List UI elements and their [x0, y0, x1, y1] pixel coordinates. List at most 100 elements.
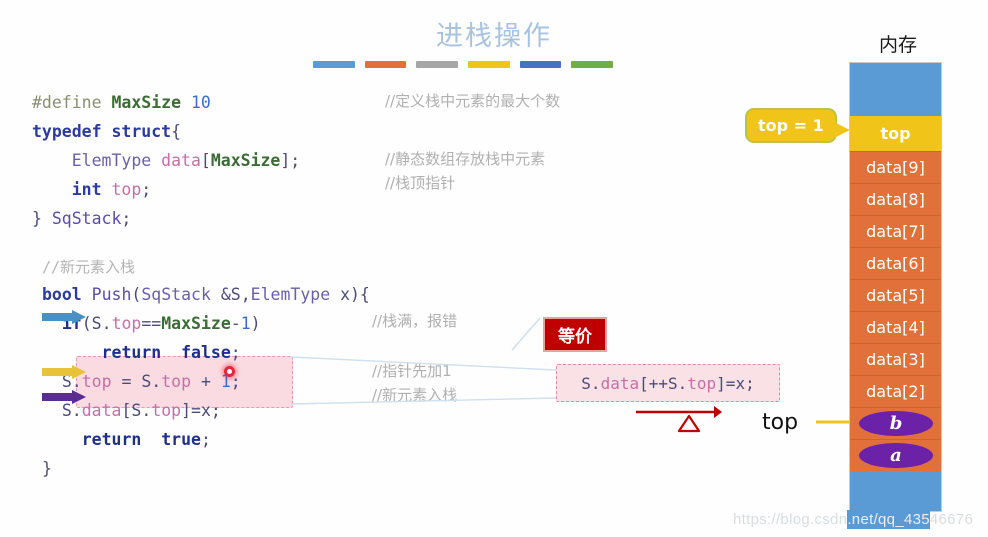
code-token: bool [42, 285, 92, 304]
memory-column: top data[9] data[8] data[7] data[6] data[5] da… [849, 62, 942, 512]
code-line: bool Push(SqStack &S,ElemType x){ [42, 280, 370, 309]
code-token: ; [141, 180, 152, 199]
code-token: top [111, 180, 142, 199]
code-token: ; [200, 430, 211, 449]
comment-struct-1: //静态数组存放栈中元素 [385, 150, 546, 168]
accent-bar-group [313, 61, 614, 68]
comment-push-intro: //新元素入栈 [42, 258, 136, 276]
expression-token: [++S. [639, 373, 688, 393]
top-value-callout: top = 1 [745, 108, 837, 143]
code-line: typedef struct{ [32, 117, 300, 146]
memory-cell-element: a [850, 439, 941, 471]
code-token: ]=x; [181, 401, 221, 420]
code-token: data [161, 151, 201, 170]
memory-cell [850, 63, 941, 116]
stack-element-b: b [859, 411, 933, 436]
code-line: int top; [32, 175, 300, 204]
code-line: #define MaxSize 10 [32, 88, 300, 117]
code-token: + [191, 372, 221, 391]
code-token: ){ [350, 285, 370, 304]
accent-bar-1 [364, 61, 407, 68]
code-line: } SqStack; [32, 204, 300, 233]
code-token: x [340, 285, 350, 304]
code-token: top [161, 372, 192, 391]
code-token: == [141, 314, 162, 333]
accent-bar-0 [313, 61, 355, 68]
arrow-head [72, 365, 86, 379]
expression-token: data [600, 373, 640, 393]
comment-push-0: //栈满，报错 [372, 312, 458, 330]
arrow-top-increment [42, 365, 88, 379]
code-token: [S. [121, 401, 152, 420]
red-triangle-marker [677, 414, 701, 433]
code-line: S.top = S.top + 1; [42, 367, 370, 396]
code-token: [ [200, 151, 211, 170]
memory-cell [850, 471, 941, 511]
code-token: SqStack [51, 209, 122, 228]
code-token: ) [250, 314, 261, 333]
code-token: Push [91, 285, 132, 304]
arrow-head [72, 390, 86, 404]
code-token: true [161, 430, 201, 449]
memory-cell: top [850, 116, 941, 151]
memory-cell: data[7] [850, 215, 941, 247]
code-line: } [42, 454, 370, 483]
code-token: ElemType [250, 285, 341, 304]
equivalence-badge: 等价 [543, 317, 607, 352]
watermark-highlight: .net/qq_435 [847, 510, 930, 529]
code-token: #define [32, 93, 112, 112]
expression-token: ]=x; [716, 373, 755, 393]
code-block-push: bool Push(SqStack &S,ElemType x){ if(S.t… [42, 280, 370, 483]
code-token: SqStack [141, 285, 221, 304]
code-token: 1 [240, 314, 251, 333]
mouse-cursor-indicator [224, 366, 235, 377]
code-token: = S. [111, 372, 162, 391]
code-token: } [32, 209, 52, 228]
code-line: S.data[S.top]=x; [42, 396, 370, 425]
top-pointer-label: top [762, 410, 799, 435]
accent-bar-3 [468, 61, 510, 68]
accent-bar-5 [571, 61, 614, 68]
arrow-data-assign [42, 390, 88, 404]
memory-cell: data[6] [850, 247, 941, 279]
memory-diagram-title: 内存 [878, 34, 917, 56]
watermark: https://blog.csdn.net/qq_43546676 [733, 510, 974, 529]
code-token: ; [230, 343, 241, 362]
code-token: MaxSize [210, 151, 281, 170]
code-token: { [171, 122, 182, 141]
comment-struct-2: //栈顶指针 [385, 174, 456, 192]
code-token: top [151, 401, 182, 420]
code-token: ElemType [32, 151, 162, 170]
code-token: ( [131, 285, 142, 304]
arrow-if-line [42, 310, 88, 324]
code-token: 10 [190, 93, 211, 112]
code-line: return true; [42, 425, 370, 454]
comment-struct-0: //定义栈中元素的最大个数 [385, 92, 561, 110]
code-token: return [42, 343, 182, 362]
code-token: - [230, 314, 241, 333]
memory-cell-element: b [850, 407, 941, 439]
memory-cell: data[8] [850, 183, 941, 215]
accent-bar-4 [519, 61, 562, 68]
top-value-callout-tail [834, 122, 850, 138]
memory-cell: data[9] [850, 151, 941, 183]
code-block-struct: #define MaxSize 10 typedef struct{ ElemTy… [32, 88, 300, 233]
code-token: &S, [220, 285, 251, 304]
code-token: top [111, 314, 142, 333]
memory-cell: data[3] [850, 343, 941, 375]
connector-line-badge [511, 317, 541, 351]
accent-bar-2 [416, 61, 459, 68]
memory-cell: data[4] [850, 311, 941, 343]
code-token: typedef struct [32, 122, 172, 141]
code-token: MaxSize [161, 314, 231, 333]
code-token: ; [121, 209, 132, 228]
arrow-shaft [42, 368, 72, 376]
comment-push-2: //新元素入栈 [372, 386, 458, 404]
arrow-shaft [42, 313, 72, 321]
code-line: ElemType data[MaxSize]; [32, 146, 301, 175]
slide-canvas: 进栈操作 #define MaxSize 10 typedef struct{ E… [0, 0, 988, 537]
expression-token: top [687, 373, 717, 393]
code-token: false [181, 343, 231, 362]
code-token: } [42, 459, 52, 478]
code-token: int [32, 180, 112, 199]
